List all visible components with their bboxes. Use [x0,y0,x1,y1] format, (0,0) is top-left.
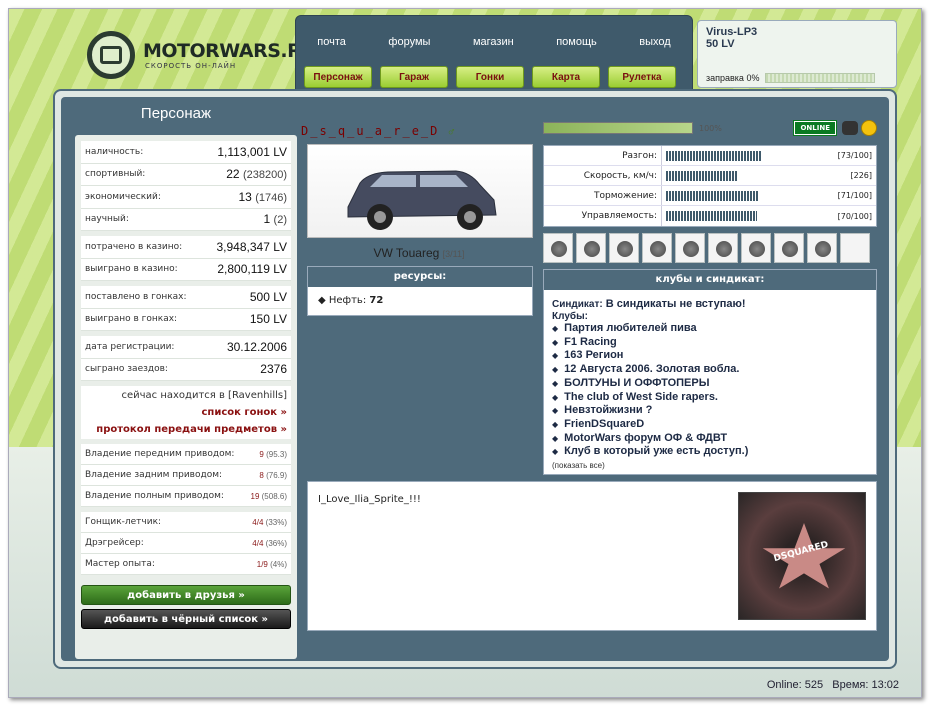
nav-mail[interactable]: почта [317,36,346,48]
list-item: Партия любителей пива [552,322,868,336]
add-friend-button[interactable]: добавить в друзья » [81,585,291,605]
status-footer: Online: 525 Время: 13:02 [767,679,899,691]
list-item: БОЛТУНЫ И ОФФТОПЕРЫ [552,377,868,391]
part-brakes-icon[interactable] [609,233,639,263]
parts-row [543,233,877,263]
profile-image: DSQUARED [738,492,866,620]
user-name: Virus-LP3 [706,26,758,38]
car-column: D_s_q_u_a_r_e_D ♂ VW Touareg [3/11] ресу… [301,121,537,316]
location-text: сейчас находится в [Ravenhills] [121,390,287,401]
car-image[interactable] [307,144,533,238]
part-turbo-icon[interactable] [741,233,771,263]
logo-title: MOTORWARS.RU [143,40,317,62]
part-slot-empty[interactable] [840,233,870,263]
part-exhaust-icon[interactable] [642,233,672,263]
list-item: 163 Регион [552,349,868,363]
list-item: F1 Racing [552,336,868,350]
stat-fwd: Владение передним приводом: 9 (95.3) [81,444,291,465]
show-all-link[interactable]: (показать все) [552,461,868,470]
right-column: 100% ONLINE Разгон: [73/100] Скорость, км… [543,117,877,476]
experience-bar [543,122,693,134]
transfer-log-link[interactable]: протокол передачи предметов » [85,424,287,435]
spec-handling: Управляемость: [70/100] [544,206,876,226]
spec-braking: Торможение: [71/100] [544,186,876,206]
camera-icon[interactable] [842,121,858,135]
list-item: FrienDSquareD [552,418,868,432]
logo-subtitle: СКОРОСТЬ ОН-ЛАЙН [145,62,237,70]
resource-label: Нефть: [328,295,367,306]
fuel-label: заправка 0% [706,73,760,83]
nav-shop[interactable]: магазин [473,36,514,48]
player-nickname[interactable]: D_s_q_u_a_r_e_D [301,124,439,138]
list-item: Невзтойжизни ? [552,404,868,418]
nav-help[interactable]: помощь [556,36,597,48]
note-text: I_Love_Ilia_Sprite_!!! [318,494,421,505]
nav-logout[interactable]: выход [639,36,670,48]
car-specs: Разгон: [73/100] Скорость, км/ч: [226] Тор… [543,145,877,227]
resources-box: ресурсы: ◆ Нефть: 72 [307,266,533,316]
part-shock-icon[interactable] [543,233,573,263]
user-box: Virus-LP3 50 LV заправка 0% [697,20,897,88]
nav-garage-button[interactable]: Гараж [380,66,448,88]
nav-map-button[interactable]: Карта [532,66,600,88]
clubs-label: Клубы: [552,311,588,322]
resources-title: ресурсы: [308,267,532,287]
list-item: MotorWars форум ОФ & ФДВТ [552,432,868,446]
stat-science: научный: 1 (2) [81,209,291,231]
car-count: [3/11] [442,249,465,259]
list-item: 12 Августа 2006. Золотая вобла. [552,363,868,377]
nav-races-button[interactable]: Гонки [456,66,524,88]
clubs-title: клубы и синдикат: [544,270,876,290]
clubs-list: Партия любителей пива F1 Racing 163 Реги… [552,322,868,459]
logo-icon [87,31,135,79]
rank-dragracer: Дрэгрейсер: 4/4 (36%) [81,533,291,554]
nav-character-button[interactable]: Персонаж [304,66,372,88]
nav-forums[interactable]: форумы [388,36,430,48]
male-icon: ♂ [448,128,457,138]
fuel-bar [765,73,876,83]
stat-casino-spent: потрачено в казино: 3,948,347 LV [81,236,291,259]
top-navigation: почта форумы магазин помощь выход Персон… [295,15,693,95]
app-frame: MOTORWARS.RU СКОРОСТЬ ОН-ЛАЙН почта фору… [8,8,922,698]
stat-casino-won: выиграно в казино: 2,800,119 LV [81,259,291,281]
spec-acceleration: Разгон: [73/100] [544,146,876,166]
rank-master: Мастер опыта: 1/9 (4%) [81,554,291,575]
user-money: 50 LV [706,38,735,50]
syndicate-label: Синдикат: [552,299,603,310]
stat-awd: Владение полным приводом: 19 (508.6) [81,486,291,507]
stat-reg-date: дата регистрации: 30.12.2006 [81,336,291,359]
character-title: Персонаж [140,105,212,122]
nav-roulette-button[interactable]: Рулетка [608,66,676,88]
character-stats: наличность: 1,113,001 LV спортивный: 22 (2… [75,135,297,659]
stat-economic: экономический: 13 (1746) [81,186,291,209]
syndicate-value[interactable]: В синдикаты не вступаю! [606,298,746,310]
smiley-icon[interactable] [861,120,877,136]
resource-value: 72 [369,295,384,306]
stat-sport: спортивный: 22 (238200) [81,164,291,186]
list-item: The club of West Side rapers. [552,391,868,405]
rank-pilot: Гонщик-летчик: 4/4 (33%) [81,512,291,533]
site-logo[interactable]: MOTORWARS.RU СКОРОСТЬ ОН-ЛАЙН [87,29,317,81]
part-tire-icon[interactable] [576,233,606,263]
server-time: Время: 13:02 [832,679,899,691]
stat-race-bet: поставлено в гонках: 500 LV [81,286,291,309]
add-blacklist-button[interactable]: добавить в чёрный список » [81,609,291,629]
experience-percent: 100% [699,123,722,133]
stat-rwd: Владение задним приводом: 8 (76.9) [81,465,291,486]
online-badge: ONLINE [793,120,837,136]
online-count: Online: 525 [766,679,824,691]
car-name[interactable]: VW Touareg [373,246,439,260]
stat-cash: наличность: 1,113,001 LV [81,141,291,164]
clubs-box: клубы и синдикат: Синдикат: В синдикаты … [543,269,877,476]
spec-speed: Скорость, км/ч: [226] [544,166,876,186]
stat-races-played: сыграно заездов: 2376 [81,359,291,381]
part-suspension-icon[interactable] [807,233,837,263]
stat-race-won: выиграно в гонках: 150 LV [81,309,291,331]
list-item: Клуб в который уже есть доступ.) [552,445,868,459]
part-filter-icon[interactable] [774,233,804,263]
profile-note: I_Love_Ilia_Sprite_!!! DSQUARED [307,481,877,631]
part-gearbox-icon[interactable] [708,233,738,263]
part-engine-icon[interactable] [675,233,705,263]
race-list-link[interactable]: список гонок » [85,407,287,418]
